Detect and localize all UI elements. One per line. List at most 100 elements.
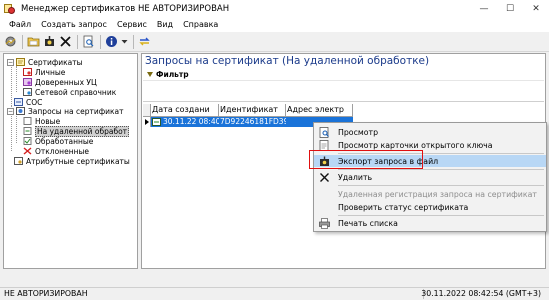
tree-node-rejected[interactable]: Отклоненные [23, 146, 89, 156]
key-card-icon [318, 139, 330, 151]
blank-icon [318, 202, 330, 213]
title-bar: Менеджер сертификатов НЕ АВТОРИЗИРОВАН —… [0, 0, 549, 17]
cell-id: 7D92246181FD39 [219, 117, 286, 127]
open-folder-icon[interactable] [26, 35, 40, 49]
delete-icon[interactable] [58, 35, 72, 49]
crl-icon [14, 98, 23, 106]
tree-node-label: На удаленной обработ [35, 125, 130, 137]
menu-item-check-status[interactable]: Проверить статус сертификата [314, 201, 546, 213]
status-datetime: 30.11.2022 08:42:54 (GMT+3) [421, 289, 541, 298]
grid-header: Дата создани Идентификат Адрес электр [143, 104, 353, 117]
menu-view[interactable]: Вид [152, 20, 178, 29]
tree-node-label: Доверенных УЦ [35, 77, 97, 87]
tree-node-label: Атрибутные сертификаты [26, 156, 130, 166]
tree-guide-line [16, 66, 17, 92]
maximize-button[interactable]: ☐ [497, 0, 523, 17]
remote-processing-icon [23, 127, 32, 135]
tree-node-label: Сертификаты [28, 57, 83, 67]
column-header-id[interactable]: Идентификат [219, 104, 286, 117]
window-title: Менеджер сертификатов НЕ АВТОРИЗИРОВАН [21, 3, 230, 14]
tree-node-attribute-certs[interactable]: Атрибутные сертификаты [14, 156, 130, 166]
certificate-folder-icon [16, 58, 25, 66]
navigation-tree: − Сертификаты Личные Доверенных УЦ Сетев… [3, 53, 138, 269]
toolbar-separator [77, 34, 78, 49]
menu-item-print-list[interactable]: Печать списка [314, 217, 546, 229]
menu-separator [338, 185, 544, 186]
tree-node-label: Личные [35, 67, 66, 77]
tree-guide-line [11, 64, 12, 104]
menu-item-label: Просмотр карточки открытого ключа [338, 140, 493, 150]
gear-icon[interactable] [3, 35, 17, 49]
close-button[interactable]: ✕ [523, 0, 549, 17]
personal-cert-icon [23, 68, 32, 76]
tree-node-certificates[interactable]: − Сертификаты [7, 57, 83, 67]
attribute-cert-icon [14, 157, 23, 165]
filter-area [143, 80, 544, 102]
menu-item-label: Печать списка [338, 218, 398, 228]
processed-icon [23, 137, 32, 145]
tree-node-label: Обработанные [35, 136, 94, 146]
status-bar: НЕ АВТОРИЗИРОВАН 30.11.2022 08:42:54 (GM… [0, 287, 549, 300]
filter-toggle[interactable]: Фильтр [143, 69, 544, 79]
menu-item-delete[interactable]: Удалить [314, 171, 546, 183]
menu-item-label: Удаленная регистрация запроса на сертифи… [338, 189, 537, 199]
rejected-icon [23, 147, 32, 155]
preview-icon[interactable] [81, 35, 95, 49]
requests-folder-icon [16, 107, 25, 115]
tree-expander[interactable]: − [7, 107, 14, 115]
tree-node-trusted-ca[interactable]: Доверенных УЦ [23, 77, 97, 87]
export-icon[interactable] [42, 35, 56, 49]
tree-node-remote-processing[interactable]: На удаленной обработ [23, 125, 130, 137]
window-controls: — ☐ ✕ [471, 0, 549, 17]
tree-node-label: Запросы на сертификат [28, 106, 124, 116]
printer-icon [318, 217, 330, 229]
menu-item-view[interactable]: Просмотр [314, 126, 546, 138]
network-directory-icon [23, 88, 32, 96]
status-auth: НЕ АВТОРИЗИРОВАН [4, 289, 88, 298]
refresh-icon[interactable] [137, 35, 151, 49]
tree-node-personal[interactable]: Личные [23, 67, 65, 77]
menu-item-remote-registration: Удаленная регистрация запроса на сертифи… [314, 188, 546, 200]
minimize-button[interactable]: — [471, 0, 497, 17]
toolbar-separator [100, 34, 101, 49]
toolbar-separator [133, 34, 134, 49]
toolbar-separator [22, 34, 23, 49]
highlight-callout-frame [309, 150, 423, 169]
filter-label: Фильтр [156, 69, 189, 79]
dropdown-arrow-icon[interactable] [120, 35, 128, 49]
menu-separator [338, 169, 544, 170]
row-indicator-icon [143, 117, 151, 127]
info-icon[interactable] [104, 35, 118, 49]
column-header-date[interactable]: Дата создани [151, 104, 219, 117]
tree-node-requests[interactable]: − Запросы на сертификат [7, 106, 124, 116]
menu-service[interactable]: Сервис [112, 20, 152, 29]
blank-icon [318, 189, 330, 200]
tree-node-network-directory[interactable]: Сетевой справочник [23, 87, 116, 97]
menu-item-label: Просмотр [338, 127, 379, 137]
toolbar [0, 32, 549, 52]
menu-separator [338, 215, 544, 216]
grid-corner [143, 104, 151, 117]
menu-bar: Файл Создать запрос Сервис Вид Справка [0, 17, 549, 32]
column-header-email[interactable]: Адрес электр [286, 104, 353, 117]
new-request-icon [23, 117, 32, 125]
menu-help[interactable]: Справка [178, 20, 223, 29]
tree-node-label: Отклоненные [35, 146, 90, 156]
view-icon [318, 126, 330, 138]
menu-item-label: Удалить [338, 172, 373, 182]
panel-title: Запросы на сертификат (На удаленной обра… [145, 55, 430, 67]
tree-node-label: Сетевой справочник [35, 87, 117, 97]
tree-expander[interactable]: − [7, 58, 14, 66]
tree-node-label: Новые [35, 116, 61, 126]
filter-arrow-icon [147, 71, 153, 77]
menu-file[interactable]: Файл [4, 20, 36, 29]
tree-node-processed[interactable]: Обработанные [23, 136, 93, 146]
app-logo-icon [4, 3, 16, 15]
tree-node-new[interactable]: Новые [23, 116, 60, 126]
cell-date-text: 30.11.22 08:40 [163, 117, 219, 126]
menu-item-label: Проверить статус сертификата [338, 202, 469, 212]
request-row-icon [152, 118, 161, 126]
delete-icon [318, 172, 330, 183]
trusted-ca-icon [23, 78, 32, 86]
menu-create-request[interactable]: Создать запрос [36, 20, 112, 29]
